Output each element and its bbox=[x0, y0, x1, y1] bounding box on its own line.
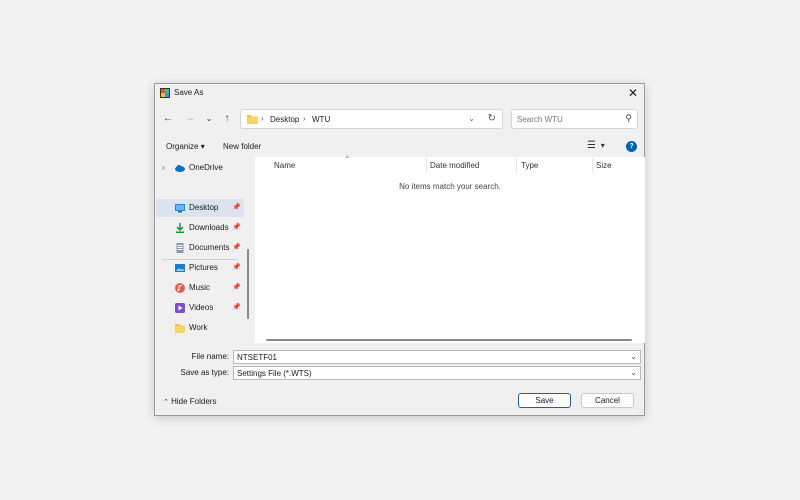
sidebar-item-music[interactable]: Music 📌 bbox=[156, 279, 244, 297]
close-button[interactable]: ✕ bbox=[626, 86, 640, 100]
organize-label: Organize bbox=[166, 142, 199, 151]
pin-icon: 📌 bbox=[232, 244, 241, 251]
dialog-title: Save As bbox=[174, 88, 204, 97]
folder-icon bbox=[247, 115, 258, 124]
close-icon: ✕ bbox=[627, 86, 639, 100]
file-name-value: NTSETF01 bbox=[237, 353, 278, 362]
file-name-label: File name: bbox=[191, 352, 229, 361]
sidebar-item-videos[interactable]: Videos 📌 bbox=[156, 299, 244, 317]
navigation-pane: › OneDrive Desktop 📌 Downloads 📌 Documen… bbox=[156, 157, 249, 343]
breadcrumb-separator-icon: › bbox=[303, 114, 306, 123]
dialog-footer: ⌃ Hide Folders Save Cancel ⋰ bbox=[155, 386, 644, 416]
hide-folders-button[interactable]: ⌃ Hide Folders bbox=[163, 397, 216, 406]
column-divider[interactable] bbox=[516, 158, 517, 172]
search-box[interactable]: Search WTU ⚲ bbox=[511, 109, 638, 129]
column-divider[interactable] bbox=[592, 158, 593, 172]
navigation-bar: ← → ⌄ ↑ › Desktop › WTU ⌄ ↻ Search WTU ⚲ bbox=[155, 106, 644, 132]
address-bar[interactable]: › Desktop › WTU ⌄ ↻ bbox=[240, 109, 503, 129]
arrow-left-icon: ← bbox=[163, 113, 173, 124]
column-divider[interactable] bbox=[426, 158, 427, 172]
file-name-field[interactable]: NTSETF01 ⌄ bbox=[233, 350, 641, 364]
refresh-icon[interactable]: ↻ bbox=[488, 113, 496, 124]
save-button[interactable]: Save bbox=[518, 393, 571, 408]
chevron-up-icon: ⌃ bbox=[163, 399, 169, 406]
pin-icon: 📌 bbox=[232, 264, 241, 271]
download-icon bbox=[176, 223, 184, 233]
caret-down-icon: ▾ bbox=[200, 142, 205, 151]
breadcrumb-desktop[interactable]: Desktop bbox=[270, 115, 299, 124]
chevron-down-icon[interactable]: ⌄ bbox=[468, 114, 475, 123]
sidebar-item-label: Downloads bbox=[189, 223, 229, 232]
save-as-dialog: Save As ✕ ← → ⌄ ↑ › Desktop › WTU ⌄ ↻ Se… bbox=[154, 83, 645, 416]
sidebar-item-onedrive[interactable]: › OneDrive bbox=[156, 159, 244, 177]
desktop-icon bbox=[175, 204, 185, 213]
sidebar-item-documents[interactable]: Documents 📌 bbox=[156, 239, 244, 257]
chevron-down-icon[interactable]: ⌄ bbox=[630, 352, 637, 361]
chevron-down-icon[interactable]: ⌄ bbox=[630, 368, 637, 377]
save-as-type-row: Save as type: Settings File (*.WTS) ⌄ bbox=[155, 366, 644, 380]
sidebar-item-label: Pictures bbox=[189, 263, 218, 272]
hide-folders-label: Hide Folders bbox=[171, 397, 217, 406]
sidebar-scrollbar[interactable] bbox=[247, 249, 249, 319]
cloud-icon bbox=[175, 165, 185, 172]
breadcrumb-wtu[interactable]: WTU bbox=[312, 115, 330, 124]
video-icon bbox=[175, 303, 185, 313]
column-header-date-modified[interactable]: Date modified bbox=[430, 161, 479, 170]
pin-icon: 📌 bbox=[232, 304, 241, 311]
document-icon bbox=[176, 243, 184, 253]
pin-icon: 📌 bbox=[232, 284, 241, 291]
folder-icon bbox=[175, 324, 185, 333]
pin-icon: 📌 bbox=[232, 204, 241, 211]
sidebar-item-work[interactable]: Work bbox=[156, 319, 244, 337]
file-name-row: File name: NTSETF01 ⌄ bbox=[155, 350, 644, 364]
sidebar-item-pictures[interactable]: Pictures 📌 bbox=[156, 259, 244, 277]
sidebar-item-label: Desktop bbox=[189, 203, 219, 212]
list-view-icon: ☰ bbox=[587, 140, 596, 151]
chevron-right-icon[interactable]: › bbox=[162, 163, 165, 172]
command-bar: Organize ▾ New folder ☰ ▾ ? bbox=[155, 138, 644, 156]
sidebar-item-label: Work bbox=[189, 323, 208, 332]
title-bar: Save As ✕ bbox=[155, 84, 644, 102]
organize-button[interactable]: Organize ▾ bbox=[166, 142, 205, 151]
search-icon: ⚲ bbox=[625, 113, 632, 123]
forward-button[interactable]: → bbox=[183, 112, 197, 126]
save-as-type-value: Settings File (*.WTS) bbox=[237, 369, 312, 378]
column-header-name[interactable]: Name bbox=[274, 161, 295, 170]
new-folder-button[interactable]: New folder bbox=[223, 142, 261, 151]
sidebar-item-desktop[interactable]: Desktop 📌 bbox=[156, 199, 244, 217]
column-header-type[interactable]: Type bbox=[521, 161, 538, 170]
sidebar-item-label: Videos bbox=[189, 303, 214, 312]
save-as-type-select[interactable]: Settings File (*.WTS) ⌄ bbox=[233, 366, 641, 380]
sidebar-item-label: Music bbox=[189, 283, 210, 292]
empty-list-message: No items match your search. bbox=[399, 182, 501, 191]
app-icon bbox=[160, 88, 170, 98]
caret-down-icon: ▾ bbox=[600, 141, 605, 150]
search-placeholder: Search WTU bbox=[517, 115, 563, 124]
sort-ascending-icon: ⌃ bbox=[344, 155, 351, 164]
column-header-size[interactable]: Size bbox=[596, 161, 612, 170]
arrow-right-icon: → bbox=[185, 113, 195, 124]
sidebar-item-label: OneDrive bbox=[189, 163, 223, 172]
resize-grip-icon[interactable]: ⋰ bbox=[637, 409, 643, 416]
sidebar-item-label: Documents bbox=[189, 243, 230, 252]
pin-icon: 📌 bbox=[232, 224, 241, 231]
chevron-down-icon: ⌄ bbox=[205, 114, 213, 123]
music-icon bbox=[175, 283, 185, 293]
help-icon[interactable]: ? bbox=[626, 141, 637, 152]
recent-locations-button[interactable]: ⌄ bbox=[202, 112, 216, 126]
picture-icon bbox=[175, 264, 185, 272]
arrow-up-icon: ↑ bbox=[224, 113, 230, 124]
up-button[interactable]: ↑ bbox=[220, 112, 234, 126]
sidebar-item-downloads[interactable]: Downloads 📌 bbox=[156, 219, 244, 237]
horizontal-scrollbar[interactable] bbox=[266, 339, 632, 341]
breadcrumb-separator-icon: › bbox=[261, 114, 264, 123]
view-options-button[interactable]: ☰ ▾ bbox=[587, 140, 605, 151]
cancel-button[interactable]: Cancel bbox=[581, 393, 634, 408]
save-as-type-label: Save as type: bbox=[180, 368, 229, 377]
file-list: Name ⌃ Date modified Type Size No items … bbox=[255, 155, 645, 343]
back-button[interactable]: ← bbox=[161, 112, 175, 126]
